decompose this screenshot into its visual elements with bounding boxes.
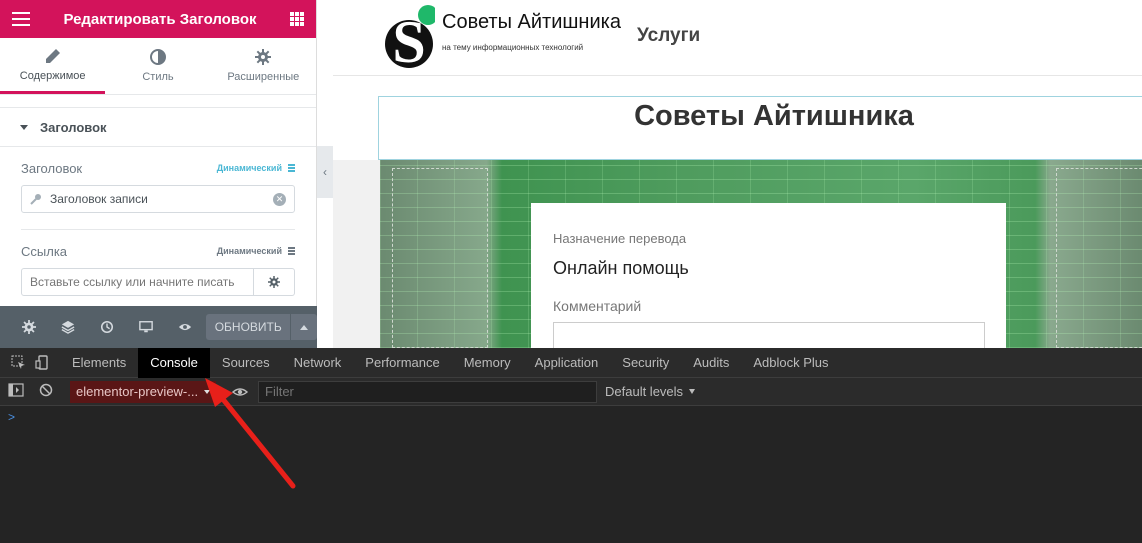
site-tagline: на тему информационных технологий <box>442 43 584 52</box>
link-control-label: Ссылка <box>21 243 68 259</box>
elementor-panel: Редактировать Заголовок Содержимое Стиль… <box>0 0 317 348</box>
site-header: S Советы Айтишника на тему информационны… <box>333 0 1142 76</box>
log-levels-value: Default levels <box>605 384 684 399</box>
gear-icon <box>255 49 272 65</box>
dynamic-tags-button[interactable]: Динамический <box>217 163 295 173</box>
panel-header: Редактировать Заголовок <box>0 0 316 38</box>
eye-icon <box>178 323 192 331</box>
devtools-tabbar: Elements Console Sources Network Perform… <box>0 347 1142 378</box>
history-button[interactable] <box>88 306 127 348</box>
link-control: Ссылка Динамический <box>0 230 316 296</box>
tab-adblock-plus[interactable]: Adblock Plus <box>741 348 840 378</box>
tab-content-label: Содержимое <box>19 69 86 82</box>
wrench-icon <box>30 194 41 205</box>
collapse-panel-button[interactable]: ‹ <box>317 146 333 198</box>
inspect-element-icon[interactable] <box>8 348 28 378</box>
panel-footer: ОБНОВИТЬ <box>0 306 318 348</box>
database-icon <box>288 164 295 172</box>
caret-down-icon <box>20 124 28 130</box>
section-title: Заголовок <box>40 119 107 135</box>
chevron-up-icon <box>300 324 309 330</box>
heading-control-label: Заголовок <box>21 160 83 176</box>
tab-style-label: Стиль <box>142 71 174 83</box>
empty-column-right[interactable] <box>1056 168 1142 348</box>
tab-audits[interactable]: Audits <box>681 348 741 378</box>
tab-memory[interactable]: Memory <box>452 348 523 378</box>
site-title[interactable]: Советы Айтишника <box>442 11 621 34</box>
panel-tabs: Содержимое Стиль Расширенные <box>0 38 316 95</box>
layers-icon <box>61 320 75 334</box>
devtools-panel: Elements Console Sources Network Perform… <box>0 347 1142 543</box>
chevron-down-icon <box>689 389 696 394</box>
save-options-button[interactable] <box>291 314 318 340</box>
link-dynamic-label: Динамический <box>216 246 282 256</box>
widgets-grid-icon[interactable] <box>289 12 304 26</box>
execution-context-value: elementor-preview-... <box>76 384 199 399</box>
responsive-mode-button[interactable] <box>127 306 166 348</box>
tab-network[interactable]: Network <box>282 348 354 378</box>
dynamic-tag-value: Заголовок записи <box>50 192 148 206</box>
gear-icon <box>22 320 37 334</box>
remove-tag-icon[interactable]: ✕ <box>273 192 286 206</box>
link-options-button[interactable] <box>254 268 295 296</box>
live-expression-eye-icon[interactable] <box>232 384 248 400</box>
tab-advanced-label: Расширенные <box>227 71 300 83</box>
history-icon <box>101 320 114 334</box>
tab-sources[interactable]: Sources <box>210 348 282 378</box>
comment-textarea[interactable] <box>553 322 985 348</box>
dynamic-label: Динамический <box>216 163 282 173</box>
console-toolbar: elementor-preview-... Default levels <box>0 378 1142 406</box>
gear-icon <box>268 276 280 288</box>
screenshot-root: Редактировать Заголовок Содержимое Стиль… <box>0 0 1142 543</box>
section-heading-toggle[interactable]: Заголовок <box>0 107 316 147</box>
navigator-button[interactable] <box>49 306 88 348</box>
tab-console[interactable]: Console <box>138 347 210 378</box>
sidebar-toggle-icon[interactable] <box>8 383 24 397</box>
tab-style[interactable]: Стиль <box>105 38 210 94</box>
page-preview: S Советы Айтишника на тему информационны… <box>333 0 1142 348</box>
link-dynamic-tags-button[interactable]: Динамический <box>217 246 295 256</box>
comment-label: Комментарий <box>553 298 642 314</box>
panel-title: Редактировать Заголовок <box>63 10 257 28</box>
desktop-icon <box>139 321 153 333</box>
settings-button[interactable] <box>10 306 49 348</box>
heading-control: Заголовок Динамический Заголовок записи … <box>0 147 316 230</box>
purpose-label: Назначение перевода <box>553 231 687 246</box>
database-icon <box>288 247 295 255</box>
chevron-down-icon <box>204 389 211 394</box>
device-toolbar-icon[interactable] <box>32 348 52 378</box>
purpose-value: Онлайн помощь <box>553 258 689 278</box>
tab-content[interactable]: Содержимое <box>0 38 106 94</box>
pencil-icon <box>45 48 60 63</box>
empty-column-left[interactable] <box>392 168 488 348</box>
tab-performance[interactable]: Performance <box>353 348 451 378</box>
preview-button[interactable] <box>166 306 205 348</box>
update-button[interactable]: ОБНОВИТЬ <box>206 314 291 340</box>
execution-context-select[interactable]: elementor-preview-... <box>70 380 216 403</box>
link-url-input[interactable] <box>21 268 254 296</box>
clear-console-icon[interactable] <box>39 383 53 397</box>
heading-widget[interactable]: Советы Айтишника <box>378 96 1142 160</box>
tab-application[interactable]: Application <box>523 348 611 378</box>
contrast-icon <box>149 49 166 65</box>
tab-elements[interactable]: Elements <box>60 348 138 378</box>
site-logo-icon[interactable]: S <box>385 4 435 68</box>
dynamic-tag-field[interactable]: Заголовок записи ✕ <box>21 185 295 213</box>
chevron-left-icon: ‹ <box>323 165 327 179</box>
console-filter-input[interactable] <box>258 380 597 403</box>
tab-advanced[interactable]: Расширенные <box>211 38 316 94</box>
nav-services-link[interactable]: Услуги <box>637 25 700 47</box>
donation-form: Назначение перевода Онлайн помощь Коммен… <box>531 203 1006 348</box>
console-prompt[interactable]: > <box>8 410 15 424</box>
hamburger-menu-icon[interactable] <box>12 12 30 26</box>
tab-security[interactable]: Security <box>610 348 681 378</box>
log-levels-dropdown[interactable]: Default levels <box>605 384 696 399</box>
page-heading: Советы Айтишника <box>634 100 914 132</box>
